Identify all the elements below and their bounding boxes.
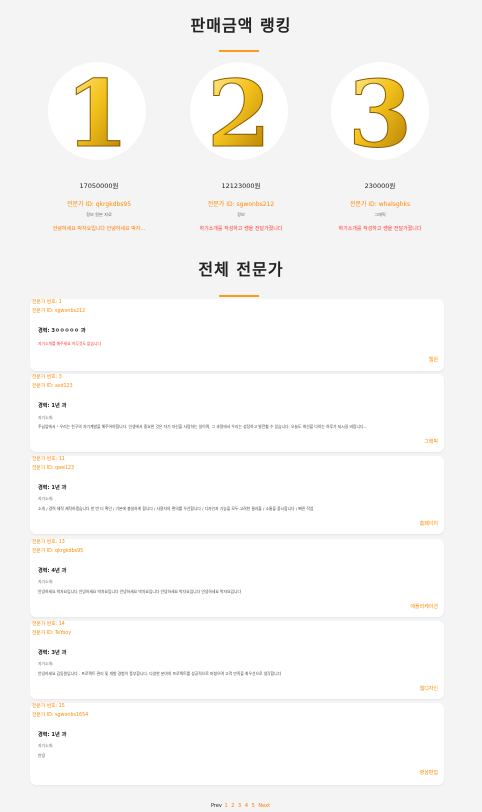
expert-card[interactable]: 전문가 번호: 1 전문가 ID: sgwonbs212 경력: 3ㅇㅇㅇㅇㅇ … bbox=[30, 299, 444, 371]
expert-card[interactable]: 전문가 번호: 3 전문가 ID: asd123 경력: 1년 과 자기소개: … bbox=[30, 374, 444, 452]
expert-category: 영상편집 bbox=[419, 770, 438, 776]
rank-3-id-link[interactable]: 전문가 ID: whalsghks bbox=[315, 199, 445, 208]
expert-category: 애플리케이션 bbox=[410, 604, 438, 610]
rank-3-note: 하기소개를 작성하고 쌩을 전달가졌니다 bbox=[338, 226, 422, 232]
expert-intro: 안녕하세요 김동원입니다 - 프로젝트 관리 및 개발 경험이 풍부합니다. 다… bbox=[38, 671, 282, 676]
rank-3-name: 그래픽 bbox=[374, 212, 386, 217]
rank-2-id-link[interactable]: 전문가 ID: sgwonbs212 bbox=[176, 199, 306, 208]
expert-card[interactable]: 전문가 번호: 14 전문가 ID: TeYooy 경력: 3년 과 자기소개:… bbox=[30, 621, 444, 699]
expert-intro-label: 자기소개: bbox=[38, 743, 54, 748]
expert-intro: 주님앞에서 " 우리는 친구의 자기계발을 해주어야합니다. 인생에서 중요한 … bbox=[38, 424, 368, 429]
pagination-next[interactable]: Next bbox=[258, 803, 270, 809]
rank-1-medal[interactable]: 1 bbox=[37, 62, 157, 160]
expert-intro-label: 자기소개: bbox=[38, 496, 54, 501]
svg-text:3: 3 bbox=[348, 66, 412, 156]
expert-category: 홈페이지 bbox=[419, 521, 438, 527]
pagination-page-5[interactable]: 5 bbox=[252, 803, 255, 809]
ranking-title: 판매금액 랭킹 bbox=[190, 16, 292, 35]
pagination-page-1[interactable]: 1 bbox=[224, 803, 227, 809]
expert-career: 경력: 1년 과 bbox=[38, 732, 67, 738]
expert-seq: 전문가 번호: 14 bbox=[32, 622, 65, 627]
rank-2-medal[interactable]: 2 bbox=[179, 62, 299, 160]
rank-2-circle: 2 bbox=[190, 62, 288, 160]
svg-text:1: 1 bbox=[65, 66, 129, 156]
expert-seq: 전문가 번호: 13 bbox=[32, 540, 65, 545]
expert-card[interactable]: 전문가 번호: 13 전문가 ID: qkrgkdbs95 경력: 4년 과 자… bbox=[30, 539, 444, 617]
rank-1-note: 안녕하세요 박자요입니다 안녕하세요 박자... bbox=[52, 226, 146, 232]
expert-career: 경력: 3ㅇㅇㅇㅇㅇ 과 bbox=[38, 328, 86, 334]
expert-career: 경력: 1년 과 bbox=[38, 485, 67, 491]
expert-intro-label: 자기소개: bbox=[38, 661, 54, 666]
number-one-icon: 1 bbox=[64, 66, 129, 156]
rank-1-amount: 17050000원 bbox=[79, 182, 119, 190]
pagination-page-4[interactable]: 4 bbox=[245, 803, 248, 809]
expert-id[interactable]: 전문가 ID: asd123 bbox=[32, 383, 73, 391]
number-three-icon: 3 bbox=[347, 66, 412, 156]
expert-card[interactable]: 전문가 번호: 15 전문가 ID: sgwonbs1654 경력: 1년 과 … bbox=[30, 703, 444, 785]
number-two-icon: 2 bbox=[206, 66, 271, 156]
expert-intro: 자기소개를 해주세요 아무것도 없습니다 bbox=[38, 341, 102, 346]
ranking-title-rule bbox=[219, 50, 259, 52]
rank-2-amount: 12123000원 bbox=[221, 182, 261, 190]
expert-id[interactable]: 전문가 ID: sgwonbs1654 bbox=[32, 712, 88, 720]
rank-1-id-link[interactable]: 전문가 ID: qkrgkdbs95 bbox=[34, 199, 164, 208]
expert-intro: 안녕 bbox=[38, 753, 45, 758]
expert-intro-label: 자기소개: bbox=[38, 579, 54, 584]
rank-2-note: 하기소개를 작성하고 쌩을 전달가졌니다 bbox=[199, 226, 283, 232]
rank-3-circle: 3 bbox=[331, 62, 429, 160]
rank-2-name: 정보 bbox=[237, 212, 245, 217]
expert-career: 경력: 4년 과 bbox=[38, 568, 67, 574]
expert-id[interactable]: 전문가 ID: qkrgkdbs95 bbox=[32, 548, 83, 556]
rank-3-amount: 230000원 bbox=[364, 182, 396, 190]
expert-id[interactable]: 전문가 ID: sgwonbs212 bbox=[32, 308, 85, 316]
expert-career: 경력: 3년 과 bbox=[38, 650, 67, 656]
expert-id[interactable]: 전문가 ID: TeYooy bbox=[32, 630, 71, 638]
expert-intro: 소개 / 경력 제작 제작하겠습니다 한 번 더 확인 / 기본에 충실하게 합… bbox=[38, 506, 314, 511]
rank-3-medal[interactable]: 3 bbox=[320, 62, 440, 160]
svg-text:2: 2 bbox=[207, 66, 271, 156]
rank-1-circle: 1 bbox=[48, 62, 146, 160]
pagination-page-3[interactable]: 3 bbox=[238, 803, 241, 809]
experts-title: 전체 전문가 bbox=[198, 260, 284, 279]
expert-category: 그래픽 bbox=[424, 439, 438, 445]
pagination-page-2[interactable]: 2 bbox=[231, 803, 234, 809]
expert-category: 웹디자인 bbox=[419, 686, 438, 692]
rank-1-name: 정보 원본 자료 bbox=[86, 212, 112, 217]
expert-seq: 전문가 번호: 11 bbox=[32, 457, 65, 462]
expert-intro: 안녕하세요 박자요입니다 안녕하세요 박자요입니다 안녕하세요 박자요입니다 안… bbox=[38, 589, 241, 594]
expert-seq: 전문가 번호: 1 bbox=[32, 300, 62, 305]
expert-career: 경력: 1년 과 bbox=[38, 403, 67, 409]
expert-card[interactable]: 전문가 번호: 11 전문가 ID: qwe123 경력: 1년 과 자기소개:… bbox=[30, 456, 444, 534]
pagination-prev[interactable]: Prev bbox=[211, 803, 222, 809]
expert-seq: 전문가 번호: 15 bbox=[32, 704, 65, 709]
expert-category: 웹원 bbox=[428, 357, 438, 363]
expert-id[interactable]: 전문가 ID: qwe123 bbox=[32, 465, 74, 473]
expert-intro-label: 자기소개: bbox=[38, 415, 54, 420]
experts-title-rule bbox=[219, 295, 259, 297]
pagination: Prev 1 2 3 4 5 Next bbox=[0, 803, 482, 809]
expert-seq: 전문가 번호: 3 bbox=[32, 375, 62, 380]
